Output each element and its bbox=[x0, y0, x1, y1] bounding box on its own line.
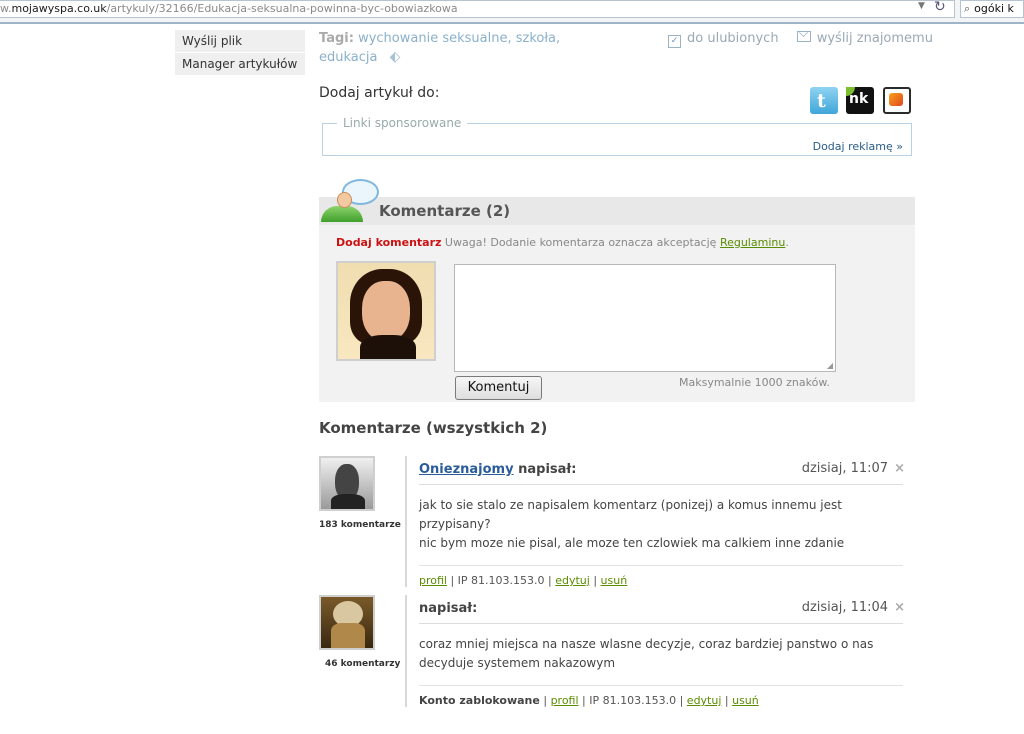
tag-link[interactable]: wychowanie seksualne, bbox=[358, 31, 512, 46]
comment-header: Onieznajomy napisał: dzisiaj, 11:07 × bbox=[419, 456, 905, 485]
commenter-avatar[interactable] bbox=[319, 595, 375, 650]
wrote-label: napisał: bbox=[513, 462, 577, 477]
send-to-friend-link[interactable]: wyślij znajomemu bbox=[817, 31, 933, 46]
notice-text: Uwaga! Dodanie komentarza oznacza akcept… bbox=[441, 236, 720, 249]
comment-form: Dodaj komentarz Uwaga! Dodanie komentarz… bbox=[319, 225, 915, 402]
edit-link[interactable]: edytuj bbox=[687, 694, 722, 707]
rules-link[interactable]: Regulaminu bbox=[720, 236, 785, 249]
comment-notice: Dodaj komentarz Uwaga! Dodanie komentarz… bbox=[336, 236, 789, 249]
reload-icon[interactable]: ↻ bbox=[934, 0, 946, 15]
twitter-share-button[interactable]: t bbox=[810, 87, 838, 114]
commenter-avatar[interactable] bbox=[319, 456, 375, 511]
comment-body: napisał: dzisiaj, 11:04 × coraz mniej mie… bbox=[405, 595, 905, 707]
share-label: Dodaj artykuł do: bbox=[319, 85, 440, 101]
delete-link[interactable]: usuń bbox=[601, 574, 628, 587]
comment-author: napisał: bbox=[419, 601, 477, 616]
comment-count: 46 komentarzy bbox=[325, 659, 401, 669]
dropdown-arrow-icon[interactable]: ▼ bbox=[918, 1, 925, 11]
wykop-share-button[interactable] bbox=[883, 87, 911, 114]
comment-timestamp: dzisiaj, 11:07 bbox=[801, 461, 889, 476]
comment-body: Onieznajomy napisał: dzisiaj, 11:07 × jak… bbox=[405, 456, 905, 587]
browser-toolbar: w.mojawyspa.co.uk/artykuly/32166/Edukacj… bbox=[0, 0, 1024, 24]
search-value: ogóki k bbox=[974, 2, 1014, 15]
all-comments-title: Komentarze (wszystkich 2) bbox=[319, 419, 548, 437]
comment-users-icon bbox=[320, 178, 380, 224]
comment-line: jak to sie stalo ze napisalem komentarz … bbox=[419, 498, 842, 531]
sidebar-item-upload[interactable]: Wyślij plik bbox=[175, 30, 305, 53]
comment-author: Onieznajomy napisał: bbox=[419, 462, 576, 477]
sponsored-links-box: Linki sponsorowane Dodaj reklamę » bbox=[322, 116, 912, 156]
author-link[interactable]: Onieznajomy bbox=[419, 462, 514, 477]
add-ad-link[interactable]: Dodaj reklamę » bbox=[813, 140, 903, 153]
profile-link[interactable]: profil bbox=[419, 574, 447, 587]
comment-footer: Konto zablokowane | profil | IP 81.103.1… bbox=[419, 694, 903, 707]
add-comment-label: Dodaj komentarz bbox=[336, 236, 442, 249]
comments-title: Komentarze (2) bbox=[379, 202, 511, 220]
separator: | bbox=[589, 574, 601, 587]
url-domain: mojawyspa.co.uk bbox=[11, 2, 107, 15]
delete-link[interactable]: usuń bbox=[732, 694, 759, 707]
wykop-icon bbox=[889, 93, 903, 106]
comment-count: 183 komentarze bbox=[319, 520, 401, 530]
comments-header: Komentarze (2) bbox=[319, 197, 915, 225]
sidebar-item-article-manager[interactable]: Manager artykułów bbox=[175, 53, 305, 76]
comment-footer: profil | IP 81.103.153.0 | edytuj | usuń bbox=[419, 574, 903, 587]
comment-ip: | IP 81.103.153.0 | bbox=[446, 574, 556, 587]
blocked-account-label: Konto zablokowane bbox=[419, 694, 540, 707]
separator: | bbox=[721, 694, 733, 707]
browser-search-input[interactable]: ⌕ ogóki k bbox=[960, 0, 1024, 18]
comment-ip: | IP 81.103.153.0 | bbox=[578, 694, 687, 707]
edit-link[interactable]: edytuj bbox=[555, 574, 590, 587]
search-icon: ⌕ bbox=[964, 2, 971, 15]
nk-share-button[interactable]: nk bbox=[846, 87, 874, 114]
comment-line: coraz mniej miejsca na nasze wlasne decy… bbox=[419, 637, 874, 651]
tag-link[interactable]: szkoła, bbox=[516, 31, 560, 46]
checkbox-icon: ✓ bbox=[668, 35, 681, 48]
nk-icon: nk bbox=[849, 91, 869, 107]
submit-comment-button[interactable]: Komentuj bbox=[455, 376, 542, 400]
comment-header: napisał: dzisiaj, 11:04 × bbox=[419, 595, 905, 624]
tags-label: Tagi: bbox=[319, 31, 354, 46]
sidebar: Wyślij plik Manager artykułów bbox=[175, 30, 305, 76]
comment-line: nic bym moze nie pisal, ale moze ten czl… bbox=[419, 536, 845, 550]
sponsored-legend: Linki sponsorowane bbox=[337, 116, 468, 130]
comment-date: dzisiaj, 11:04 × bbox=[802, 600, 905, 615]
comment-timestamp: dzisiaj, 11:04 bbox=[801, 600, 889, 615]
add-to-favorites-link[interactable]: do ulubionych bbox=[687, 31, 779, 46]
comment-text: jak to sie stalo ze napisalem komentarz … bbox=[419, 496, 903, 566]
comment-textarea[interactable]: ◢ bbox=[454, 264, 836, 372]
envelope-icon bbox=[796, 31, 811, 42]
max-chars-hint: Maksymalnie 1000 znaków. bbox=[679, 376, 830, 389]
current-user-avatar bbox=[336, 261, 436, 361]
close-icon[interactable]: × bbox=[894, 461, 905, 476]
comment-date: dzisiaj, 11:07 × bbox=[802, 461, 905, 476]
separator: | bbox=[539, 694, 551, 707]
article-tags: Tagi: wychowanie seksualne, szkoła, eduk… bbox=[319, 29, 579, 67]
address-bar[interactable]: w.mojawyspa.co.uk/artykuly/32166/Edukacj… bbox=[0, 0, 955, 18]
resize-grip-icon[interactable]: ◢ bbox=[827, 361, 833, 370]
tag-link[interactable]: edukacja bbox=[319, 50, 377, 65]
comment-line: decyduje systemem nakazowym bbox=[419, 656, 616, 670]
article-actions: ✓ do ulubionych wyślij znajomemu bbox=[668, 31, 933, 48]
tag-icon: ⬖ bbox=[389, 49, 401, 65]
close-icon[interactable]: × bbox=[894, 600, 905, 615]
profile-link[interactable]: profil bbox=[551, 694, 579, 707]
notice-end: . bbox=[785, 236, 789, 249]
comment-text: coraz mniej miejsca na nasze wlasne decy… bbox=[419, 635, 903, 686]
url-path: /artykuly/32166/Edukacja-seksualna-powin… bbox=[106, 2, 458, 15]
twitter-icon: t bbox=[817, 90, 826, 112]
url-prefix: w. bbox=[0, 2, 12, 15]
wrote-label: napisał: bbox=[419, 601, 478, 616]
